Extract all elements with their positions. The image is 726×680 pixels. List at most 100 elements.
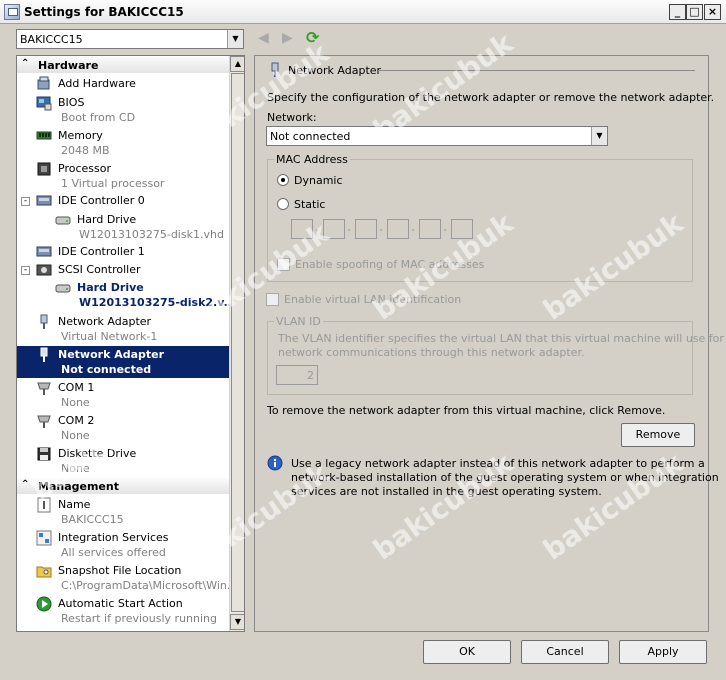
network-adapter-icon	[36, 347, 52, 363]
spoofing-checkbox[interactable]	[277, 258, 290, 271]
hardware-category[interactable]: ⌃ Hardware	[17, 57, 229, 73]
memory-icon	[36, 128, 52, 144]
dynamic-radio[interactable]	[277, 174, 289, 186]
panel-header: Network Adapter	[288, 64, 382, 77]
tree-item-ide-controller-1[interactable]: IDE Controller 1	[17, 244, 229, 260]
scroll-thumb[interactable]	[231, 73, 244, 612]
settings-tree[interactable]: ⌃ Hardware Add Hardware BIOS Boot from C…	[16, 55, 245, 632]
vlan-checkbox[interactable]	[266, 293, 279, 306]
name-icon	[36, 497, 52, 513]
add-hardware-icon	[36, 76, 52, 92]
tree-item-hard-drive-1[interactable]: Hard Drive W12013103275-disk1.vhd	[17, 211, 229, 243]
window-title: Settings for BAKICCC15	[24, 5, 184, 19]
legacy-info-2: network-based installation of the guest …	[291, 471, 719, 484]
hard-drive-icon	[55, 212, 71, 228]
tree-item-diskette-drive[interactable]: Diskette Drive None	[17, 445, 229, 477]
ide-controller-icon	[36, 193, 52, 209]
header-divider	[378, 70, 695, 71]
mac-octet-2[interactable]	[323, 219, 345, 239]
tree-item-processor[interactable]: Processor 1 Virtual processor	[17, 160, 229, 192]
vm-selector-value: BAKICCC15	[20, 33, 83, 46]
scroll-down-icon[interactable]: ▼	[230, 614, 244, 630]
vlan-id-input[interactable]: 2	[276, 365, 318, 385]
com-port-icon	[36, 413, 52, 429]
tree-scrollbar[interactable]: ▲ ▼	[229, 56, 244, 631]
mac-address-title: MAC Address	[274, 153, 350, 166]
mac-octet-5[interactable]	[419, 219, 441, 239]
integration-services-icon	[36, 530, 52, 546]
hardware-label: Hardware	[38, 59, 99, 72]
tree-item-name[interactable]: Name BAKICCC15	[17, 496, 229, 528]
remove-instructions: To remove the network adapter from this …	[267, 404, 666, 417]
tree-item-scsi-controller[interactable]: - SCSI Controller	[17, 262, 229, 278]
collapse-icon[interactable]: ⌃	[21, 58, 29, 69]
info-icon	[267, 455, 283, 471]
vlan-description-2: network communications through this netw…	[278, 346, 585, 359]
vlan-checkbox-label: Enable virtual LAN identification	[284, 293, 462, 306]
settings-window-icon	[4, 4, 20, 20]
tree-item-bios[interactable]: BIOS Boot from CD	[17, 94, 229, 126]
dynamic-label: Dynamic	[294, 174, 343, 187]
minimize-button[interactable]: _	[669, 4, 686, 20]
refresh-icon[interactable]: ⟳	[306, 30, 319, 46]
network-label: Network:	[267, 111, 317, 124]
tree-item-integration-services[interactable]: Integration Services All services offere…	[17, 529, 229, 561]
panel-description: Specify the configuration of the network…	[267, 91, 715, 104]
mac-octet-1[interactable]	[291, 219, 313, 239]
legacy-info-1: Use a legacy network adapter instead of …	[291, 457, 705, 470]
remove-button[interactable]: Remove	[621, 423, 695, 447]
tree-item-hard-drive-2[interactable]: Hard Drive W12013103275-disk2.v...	[17, 279, 236, 311]
start-action-icon	[36, 596, 52, 612]
mac-separator: -	[411, 223, 415, 236]
hard-drive-icon	[55, 280, 71, 296]
ok-button[interactable]: OK	[423, 640, 511, 664]
collapse-icon[interactable]: ⌃	[21, 479, 29, 490]
vlan-id-title: VLAN ID	[274, 315, 323, 328]
processor-icon	[36, 161, 52, 177]
management-category[interactable]: ⌃ Management	[17, 478, 229, 494]
mac-separator: -	[315, 223, 319, 236]
tree-item-network-adapter-2[interactable]: Network Adapter Not connected	[17, 346, 229, 378]
static-radio[interactable]	[277, 198, 289, 210]
tree-item-network-adapter-1[interactable]: Network Adapter Virtual Network-1	[17, 313, 229, 345]
mac-separator: -	[443, 223, 447, 236]
apply-button[interactable]: Apply	[619, 640, 707, 664]
tree-item-ide-controller-0[interactable]: - IDE Controller 0	[17, 193, 229, 209]
network-adapter-icon	[36, 314, 52, 330]
settings-panel: Network Adapter Specify the configuratio…	[254, 55, 726, 632]
forward-arrow-icon[interactable]: ▶	[282, 30, 293, 46]
scroll-up-icon[interactable]: ▲	[230, 56, 244, 72]
tree-item-snapshot-file-location[interactable]: Snapshot File Location C:\ProgramData\Mi…	[17, 562, 237, 594]
snapshot-folder-icon	[36, 563, 52, 579]
vm-selector[interactable]: BAKICCC15 ▼	[16, 29, 244, 49]
collapse-minus-icon[interactable]: -	[21, 197, 30, 206]
mac-separator: -	[379, 223, 383, 236]
tree-item-memory[interactable]: Memory 2048 MB	[17, 127, 229, 159]
tree-item-com-2[interactable]: COM 2 None	[17, 412, 229, 444]
mac-octet-6[interactable]	[451, 219, 473, 239]
com-port-icon	[36, 380, 52, 396]
network-select-value: Not connected	[270, 130, 351, 143]
maximize-button[interactable]: □	[686, 4, 703, 20]
vlan-description-1: The VLAN identifier specifies the virtua…	[278, 332, 726, 345]
back-arrow-icon[interactable]: ◀	[258, 30, 269, 46]
mac-octet-4[interactable]	[387, 219, 409, 239]
network-select[interactable]: Not connected ▼	[266, 126, 608, 146]
mac-separator: -	[347, 223, 351, 236]
tree-item-automatic-start-action[interactable]: Automatic Start Action Restart if previo…	[17, 595, 229, 627]
tree-item-com-1[interactable]: COM 1 None	[17, 379, 229, 411]
cancel-button[interactable]: Cancel	[521, 640, 609, 664]
tree-item-add-hardware[interactable]: Add Hardware	[17, 76, 229, 92]
legacy-info-3: services are not installed in the guest …	[291, 485, 602, 498]
network-adapter-icon	[267, 62, 283, 78]
diskette-icon	[36, 446, 52, 462]
mac-octet-3[interactable]	[355, 219, 377, 239]
chevron-down-icon[interactable]: ▼	[591, 127, 607, 145]
scsi-controller-icon	[36, 262, 52, 278]
chevron-down-icon[interactable]: ▼	[227, 30, 243, 48]
static-label: Static	[294, 198, 326, 211]
collapse-minus-icon[interactable]: -	[21, 266, 30, 275]
close-button[interactable]: ×	[704, 4, 721, 20]
management-label: Management	[38, 480, 119, 493]
bios-icon	[36, 95, 52, 111]
